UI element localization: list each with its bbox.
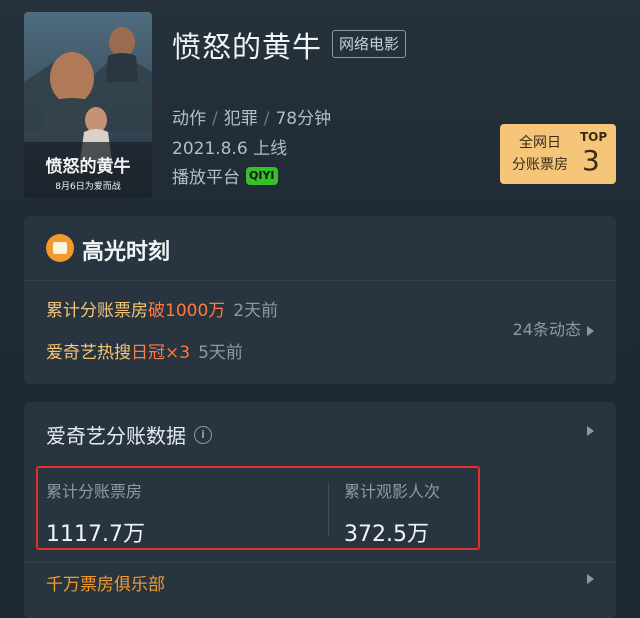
- highlight-item[interactable]: 爱奇艺热搜日冠×3 5天前: [46, 338, 243, 363]
- genre-line: 动作 / 犯罪/78分钟: [172, 104, 331, 129]
- movie-title: 愤怒的黄牛: [172, 30, 323, 64]
- trophy-icon: [46, 234, 74, 262]
- divider: [24, 280, 616, 281]
- page: 愤怒的黄牛 8月6日为爱而战 愤怒的黄牛 网络电影 动作 / 犯罪/78分钟 202…: [0, 0, 640, 618]
- top-label: TOP: [580, 130, 608, 144]
- movie-poster[interactable]: 愤怒的黄牛 8月6日为爱而战: [24, 12, 152, 198]
- highlight-emphasis: 破1000万: [148, 301, 226, 321]
- highlights-title: 高光时刻: [82, 240, 171, 265]
- genre-crime: 犯罪: [223, 109, 258, 129]
- highlight-time: 2天前: [233, 301, 279, 321]
- stat-value: 372.5万: [344, 522, 429, 547]
- info-icon[interactable]: i: [194, 425, 212, 444]
- stat-label: 累计分账票房: [46, 482, 143, 501]
- data-section-title: 爱奇艺分账数据: [46, 424, 186, 448]
- highlight-text: 累计分账票房: [46, 301, 148, 321]
- highlight-item[interactable]: 累计分账票房破1000万 2天前: [46, 296, 278, 321]
- stat-value: 1117.7万: [46, 522, 145, 547]
- stat-label: 累计观影人次: [344, 482, 441, 501]
- stat-total-revenue: 累计分账票房 1117.7万: [46, 478, 145, 548]
- rank-line1: 全网日: [519, 135, 561, 151]
- stats-highlight-box: 累计分账票房 1117.7万 累计观影人次 372.5万: [36, 466, 480, 550]
- stat-total-viewers: 累计观影人次 372.5万: [344, 478, 440, 548]
- chevron-right-icon[interactable]: [587, 426, 594, 436]
- runtime: 78分钟: [275, 109, 332, 129]
- data-section-header[interactable]: 爱奇艺分账数据 i: [46, 420, 212, 449]
- rank-badge[interactable]: 全网日 分账票房 TOP 3: [500, 124, 616, 184]
- chevron-right-icon[interactable]: [587, 574, 594, 584]
- poster-image: 愤怒的黄牛 8月6日为爱而战: [24, 12, 152, 198]
- platform-line: 播放平台 QIYI: [172, 163, 278, 188]
- highlight-emphasis: 日冠×3: [131, 343, 191, 363]
- top-number: 3: [582, 144, 600, 177]
- separator: /: [263, 109, 270, 129]
- genre-action: 动作: [172, 109, 206, 129]
- poster-date: 8月6日为爱而战: [55, 180, 120, 192]
- more-updates-label: 24条动态: [512, 320, 581, 339]
- platform-label: 播放平台: [172, 168, 240, 188]
- rank-line2: 分账票房: [512, 157, 568, 173]
- release-date: 2021.8.6 上线: [172, 139, 288, 159]
- divider: [328, 482, 329, 536]
- divider: [24, 562, 616, 563]
- club-link[interactable]: 千万票房俱乐部: [46, 570, 165, 595]
- rank-caption: 全网日 分账票房: [512, 132, 568, 176]
- chevron-right-icon: [587, 325, 594, 336]
- more-updates-link[interactable]: 24条动态: [513, 316, 594, 340]
- category-badge: 网络电影: [332, 30, 407, 58]
- separator: /: [212, 109, 218, 129]
- highlight-text: 爱奇艺热搜: [46, 343, 131, 363]
- iqiyi-logo-icon[interactable]: QIYI: [246, 166, 278, 185]
- highlight-time: 5天前: [198, 343, 243, 363]
- highlights-card: 高光时刻 累计分账票房破1000万 2天前 爱奇艺热搜日冠×3 5天前 24条动态: [24, 216, 616, 384]
- poster-title: 愤怒的黄牛: [46, 156, 131, 177]
- revenue-data-card: 爱奇艺分账数据 i 累计分账票房 1117.7万 累计观影人次 372.5万 千…: [24, 402, 616, 618]
